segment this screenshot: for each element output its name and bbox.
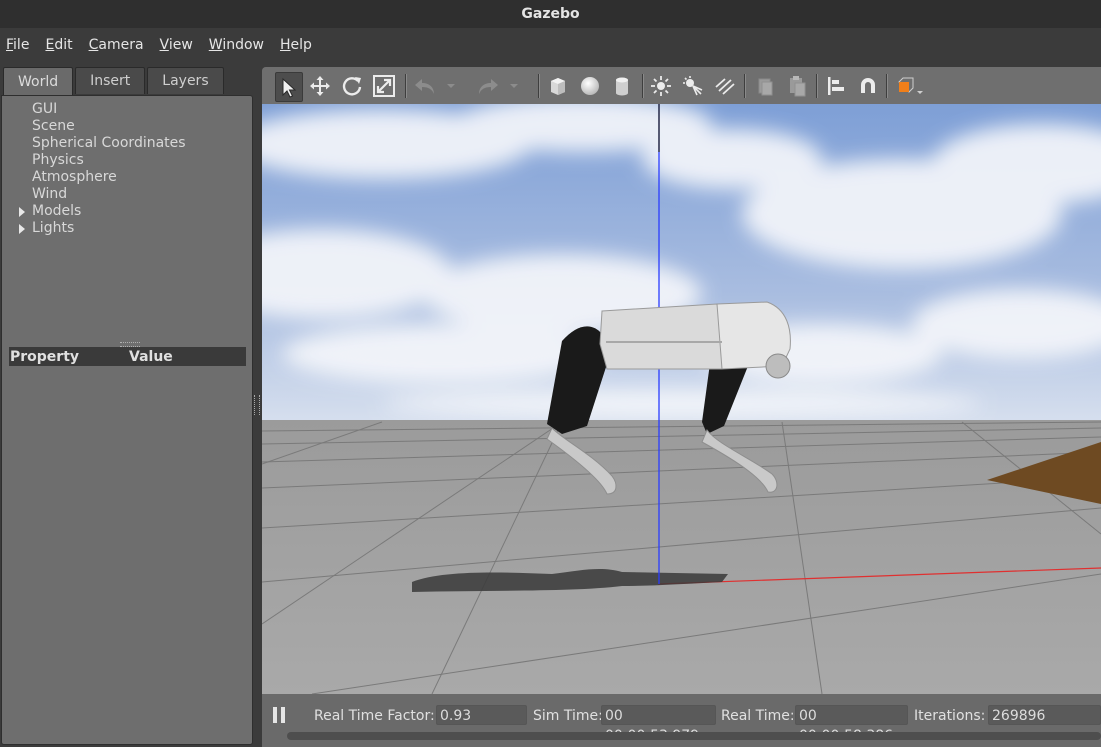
tree-item-label: GUI [32,101,58,117]
tree-item-spherical-coordinates[interactable]: Spherical Coordinates [2,135,252,152]
tree-item-wind[interactable]: Wind [2,186,252,203]
tree-item-models[interactable]: Models [2,203,252,220]
select-mode-icon[interactable] [275,72,303,102]
tab-world[interactable]: World [3,67,74,96]
world-tab-panel: GUI Scene Spherical Coordinates Physics … [1,95,253,745]
ground-plane [262,420,1101,694]
expand-arrow-icon[interactable] [19,207,25,217]
tree-item-label: Lights [32,220,75,236]
menu-help[interactable]: Help [279,35,313,55]
scale-mode-icon[interactable] [371,72,397,100]
menu-bar: File Edit Camera View Window Help [0,28,1101,62]
sim-time-label: Sim Time: [533,708,603,724]
menu-camera-label: amera [98,37,144,53]
sim-time-value: 00 00:00:53.979 [601,705,716,744]
box-shape-icon[interactable] [545,72,571,100]
real-time-factor-label: Real Time Factor: [314,708,435,724]
toolbar-separator [538,74,540,98]
tab-insert[interactable]: Insert [75,67,146,94]
tree-item-label: Wind [32,186,68,202]
toolbar-separator [886,74,888,98]
tree-item-label: Models [32,203,82,219]
tree-item-label: Atmosphere [32,169,117,185]
menu-file-mnemonic: F [6,37,14,53]
real-time-factor-value: 0.93 [436,705,527,725]
menu-file-label: ile [13,37,30,53]
paste-icon[interactable] [784,72,810,100]
menu-edit-mnemonic: E [45,37,55,53]
menu-view-label: iew [168,37,193,53]
tree-item-label: Physics [32,152,84,168]
translate-mode-icon[interactable] [307,72,333,100]
left-panel-tabs: World Insert Layers [3,67,226,96]
value-column-header[interactable]: Value [129,349,173,365]
render-toolbar [262,67,1101,104]
menu-edit-label: dit [54,37,73,53]
tree-item-lights[interactable]: Lights [2,220,252,237]
toolbar-separator [744,74,746,98]
tree-item-label: Spherical Coordinates [32,135,186,151]
tree-item-scene[interactable]: Scene [2,118,252,135]
tab-layers[interactable]: Layers [147,67,224,94]
menu-edit[interactable]: Edit [44,35,73,55]
undo-icon[interactable] [412,72,438,100]
menu-view[interactable]: View [159,35,194,55]
world-tree: GUI Scene Spherical Coordinates Physics … [2,101,252,237]
rotate-mode-icon[interactable] [339,72,365,100]
viewport-scene [262,104,1101,694]
menu-camera-mnemonic: C [88,37,99,53]
menu-view-mnemonic: V [159,37,169,53]
sphere-shape-icon[interactable] [577,72,603,100]
tree-item-physics[interactable]: Physics [2,152,252,169]
menu-window-mnemonic: W [208,37,223,53]
point-light-icon[interactable] [648,72,674,100]
tree-item-gui[interactable]: GUI [2,101,252,118]
view-angle-icon[interactable] [892,72,926,100]
menu-help-mnemonic: H [279,37,291,53]
toolbar-separator [405,74,407,98]
tree-item-label: Scene [32,118,75,134]
expand-arrow-icon[interactable] [19,224,25,234]
real-time-label: Real Time: [721,708,795,724]
horizontal-scrollbar[interactable] [287,732,1101,740]
menu-window[interactable]: Window [208,35,265,55]
iterations-label: Iterations: [914,708,986,724]
undo-history-icon[interactable] [444,72,458,100]
property-column-header[interactable]: Property [9,349,129,365]
left-panel: World Insert Layers GUI Scene Spherical … [0,66,254,747]
pause-button[interactable] [273,707,287,723]
snap-icon[interactable] [855,72,881,100]
menu-camera[interactable]: Camera [88,35,145,55]
directional-light-icon[interactable] [712,72,738,100]
redo-icon[interactable] [475,72,501,100]
menu-window-label: indow [222,37,264,53]
3d-viewport[interactable] [262,104,1101,694]
pause-icon [273,707,277,723]
window-title: Gazebo [0,0,1101,28]
real-time-value: 00 00:00:58.386 [795,705,908,744]
redo-history-icon[interactable] [507,72,521,100]
status-bar: Real Time Factor: 0.93 Sim Time: 00 00:0… [262,694,1101,747]
property-table-header: Property Value [9,347,246,366]
iterations-value: 269896 [988,705,1101,725]
pause-icon-bar [281,707,285,723]
cylinder-shape-icon[interactable] [609,72,635,100]
toolbar-separator [642,74,644,98]
toolbar-separator [816,74,818,98]
menu-file[interactable]: File [5,35,30,55]
align-icon[interactable] [823,72,849,100]
spot-light-icon[interactable] [680,72,706,100]
tree-item-atmosphere[interactable]: Atmosphere [2,169,252,186]
vertical-splitter-handle[interactable] [254,395,260,415]
menu-help-label: elp [290,37,312,53]
copy-icon[interactable] [752,72,778,100]
